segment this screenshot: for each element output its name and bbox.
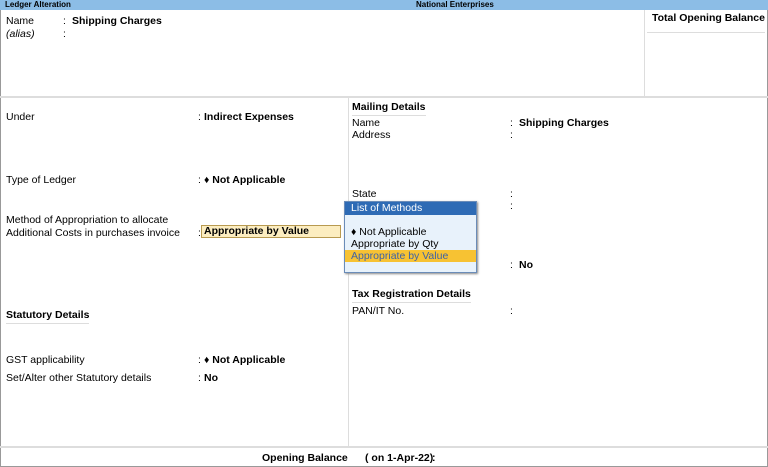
mailing-details-heading: Mailing Details (352, 101, 426, 116)
colon: : (198, 174, 201, 186)
address-label: Address (352, 129, 391, 141)
set-alter-statutory-label: Set/Alter other Statutory details (6, 372, 152, 384)
colon: : (63, 28, 66, 40)
mailing-name-field[interactable]: Shipping Charges (519, 117, 609, 129)
colon: : (510, 305, 513, 317)
colon: : (510, 129, 513, 141)
colon: : (198, 354, 201, 366)
gst-field[interactable]: ♦ Not Applicable (204, 354, 285, 366)
state-label: State (352, 188, 377, 200)
mailing-name-label: Name (352, 117, 381, 129)
field-value-no[interactable]: No (519, 259, 533, 271)
option-not-applicable[interactable]: ♦ Not Applicable (345, 226, 476, 238)
statutory-details-heading: Statutory Details (6, 309, 90, 324)
colon: : (63, 15, 66, 27)
colon: : (510, 188, 513, 200)
appropriation-method-field[interactable]: Appropriate by Value (201, 225, 341, 238)
popup-title: List of Methods (345, 202, 476, 215)
divider (0, 96, 768, 98)
title-bar: Ledger Alteration National Enterprises (0, 0, 768, 10)
tax-registration-heading: Tax Registration Details (352, 288, 471, 303)
colon: : (510, 117, 513, 129)
pan-label: PAN/IT No. (352, 305, 405, 317)
type-of-ledger-label: Type of Ledger (6, 174, 77, 186)
company-name: National Enterprises (416, 0, 494, 9)
colon: : (510, 259, 513, 271)
method-label: Method of Appropriation to allocate (6, 214, 169, 226)
name-field[interactable]: Shipping Charges (72, 15, 162, 27)
opening-balance-field[interactable] (445, 449, 545, 463)
total-opening-balance-heading: Total Opening Balance (652, 12, 765, 24)
divider (0, 446, 768, 448)
set-alter-statutory-field[interactable]: No (204, 372, 218, 384)
screen-title: Ledger Alteration (5, 0, 71, 9)
opening-balance-label: Opening Balance (262, 452, 348, 464)
opening-balance-date: ( on 1-Apr-22) (365, 452, 434, 464)
colon: : (198, 372, 201, 384)
list-of-methods-popup: List of Methods ♦ Not Applicable Appropr… (344, 201, 477, 273)
option-appropriate-by-qty[interactable]: Appropriate by Qty (345, 238, 476, 250)
gst-label: GST applicability (6, 354, 85, 366)
method-label-2: Additional Costs in purchases invoice (6, 227, 180, 239)
under-label: Under (6, 111, 35, 123)
divider (644, 10, 645, 97)
divider (647, 32, 765, 33)
under-field[interactable]: Indirect Expenses (204, 111, 294, 123)
colon: : (510, 200, 513, 212)
type-of-ledger-field[interactable]: ♦ Not Applicable (204, 174, 285, 186)
colon: : (198, 111, 201, 123)
alias-label: (alias) (6, 28, 35, 40)
option-appropriate-by-value[interactable]: Appropriate by Value (345, 250, 476, 262)
name-label: Name (6, 15, 35, 27)
colon: : (432, 452, 436, 464)
